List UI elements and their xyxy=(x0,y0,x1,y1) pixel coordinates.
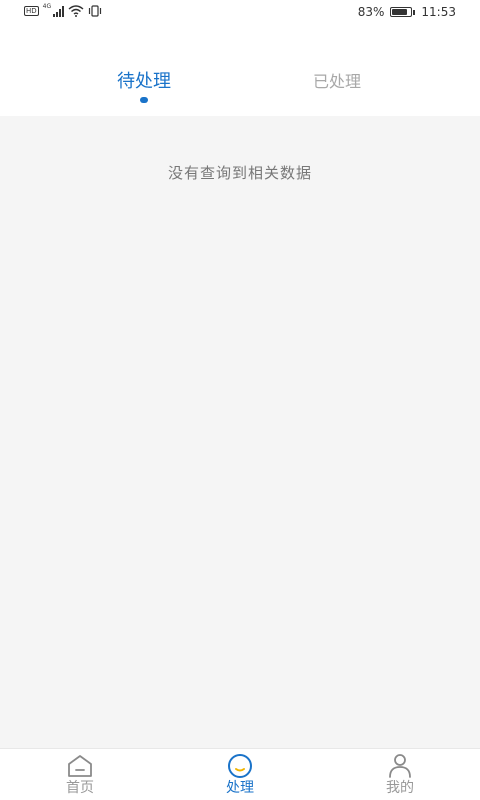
person-icon xyxy=(389,754,411,778)
wifi-icon xyxy=(68,5,84,17)
nav-label-mine: 我的 xyxy=(386,780,414,796)
nav-label-process: 处理 xyxy=(226,780,254,796)
network-type: 4G xyxy=(42,2,52,10)
bottom-nav: 首页 处理 我的 xyxy=(0,748,480,800)
vibrate-icon xyxy=(89,5,102,17)
empty-state-message: 没有查询到相关数据 xyxy=(167,164,312,182)
home-icon xyxy=(68,755,92,777)
tab-done[interactable]: 已处理 xyxy=(257,70,417,94)
status-bar: HD 4G 83% 11:53 xyxy=(0,0,480,26)
battery-icon xyxy=(390,7,416,17)
tab-bar: 待处理 已处理 xyxy=(0,26,480,116)
battery-percent: 83% xyxy=(357,5,385,19)
tab-active-indicator xyxy=(140,97,148,103)
status-left: HD 4G xyxy=(24,2,102,17)
nav-item-home[interactable]: 首页 xyxy=(20,749,140,800)
nav-label-home: 首页 xyxy=(66,780,94,796)
process-icon xyxy=(228,754,252,778)
hd-badge: HD xyxy=(24,6,39,16)
signal-icon xyxy=(53,5,65,17)
nav-item-process[interactable]: 处理 xyxy=(180,749,300,800)
app-screen: HD 4G 83% 11:53 待处理 已处理 没有查询到相关数据 首页 处理 … xyxy=(0,0,480,800)
nav-item-mine[interactable]: 我的 xyxy=(340,749,460,800)
clock: 11:53 xyxy=(421,5,456,19)
status-right: 83% 11:53 xyxy=(358,5,456,19)
list-content: 没有查询到相关数据 xyxy=(0,116,480,748)
tab-pending[interactable]: 待处理 xyxy=(64,70,224,94)
